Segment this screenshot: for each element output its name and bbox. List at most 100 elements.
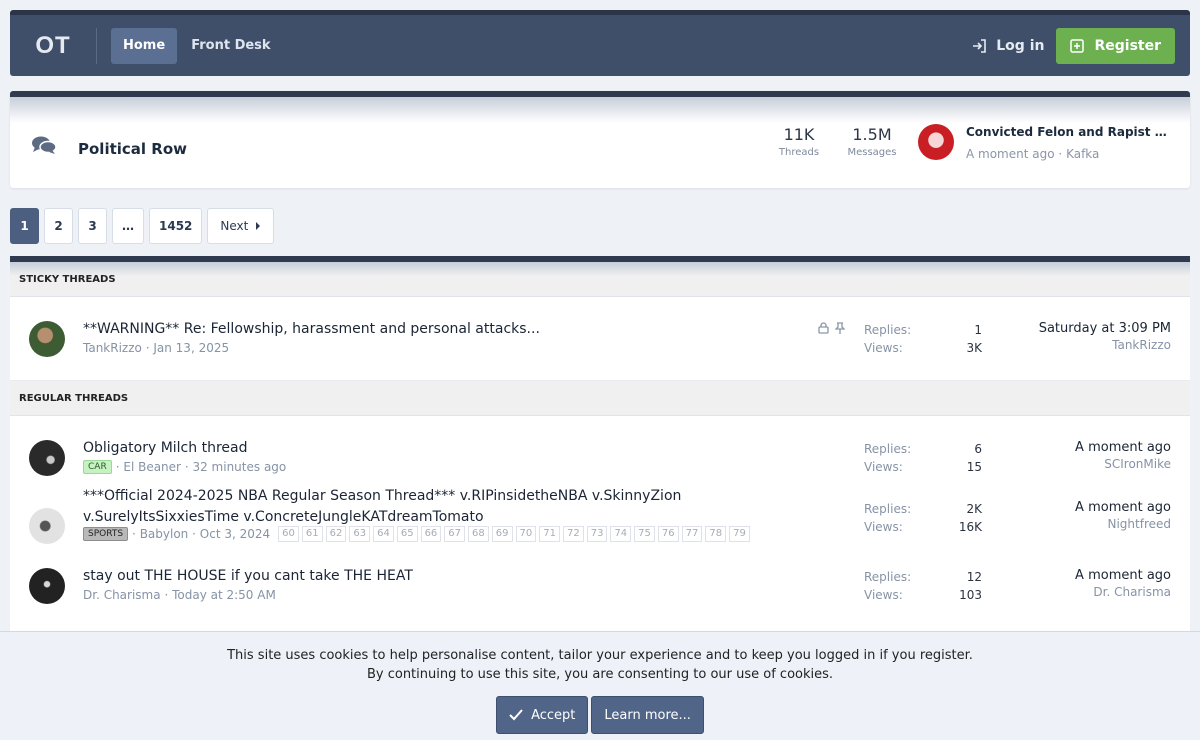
thread-page-link[interactable]: 64 — [373, 526, 394, 542]
thread-page-link[interactable]: 60 — [278, 526, 299, 542]
forum-title: Political Row — [78, 140, 187, 158]
views-label: Views: — [864, 460, 903, 474]
page-jump-button[interactable]: … — [112, 208, 144, 244]
latest-post-user[interactable]: Kafka — [1066, 147, 1099, 161]
thread-date[interactable]: Jan 13, 2025 — [153, 341, 229, 355]
last-post-time[interactable]: Saturday at 3:09 PM — [1039, 321, 1171, 336]
cookie-actions: Accept Learn more... — [0, 696, 1200, 734]
last-post-user[interactable]: TankRizzo — [1039, 338, 1171, 352]
thumbtack-icon — [835, 322, 845, 334]
thread-author[interactable]: TankRizzo — [83, 341, 142, 355]
thread-title[interactable]: Obligatory Milch thread — [83, 438, 803, 459]
pagination: 1 2 3 … 1452 Next — [10, 208, 279, 244]
thread-page-link[interactable]: 72 — [562, 526, 584, 542]
register-label: Register — [1094, 37, 1161, 54]
thread-page-link[interactable]: 68 — [468, 526, 489, 542]
sticky-threads-header: STICKY THREADS — [10, 262, 1190, 297]
latest-post-time[interactable]: A moment ago — [966, 147, 1055, 161]
cookie-notice: This site uses cookies to help personali… — [0, 631, 1200, 740]
avatar[interactable] — [29, 568, 65, 604]
thread-page-link[interactable]: 61 — [301, 526, 323, 542]
avatar[interactable] — [29, 440, 65, 476]
thread-row[interactable]: ***Official 2024-2025 NBA Regular Season… — [10, 486, 1190, 560]
page-2-button[interactable]: 2 — [44, 208, 73, 244]
avatar[interactable] — [29, 321, 65, 357]
thread-author[interactable]: El Beaner — [123, 460, 181, 474]
next-page-button[interactable]: Next — [207, 208, 275, 244]
thread-row[interactable]: Obligatory Milch thread CAR · El Beaner … — [10, 416, 1190, 486]
thread-page-link[interactable]: 79 — [729, 526, 750, 542]
last-post: A moment ago Nightfreed — [1075, 500, 1171, 531]
thread-page-link[interactable]: 71 — [539, 526, 560, 542]
thread-author[interactable]: Dr. Charisma — [83, 588, 161, 602]
accept-cookies-button[interactable]: Accept — [496, 696, 589, 734]
last-post-time[interactable]: A moment ago — [1075, 500, 1171, 515]
thread-page-link[interactable]: 63 — [349, 526, 371, 542]
thread-title[interactable]: ***Official 2024-2025 NBA Regular Season… — [83, 486, 803, 528]
last-post: A moment ago SCIronMike — [1075, 440, 1171, 471]
register-button[interactable]: Register — [1056, 27, 1175, 64]
thread-author[interactable]: Babylon — [140, 527, 189, 541]
thread-page-link[interactable]: 66 — [420, 526, 442, 542]
thread-row[interactable]: stay out THE HOUSE if you cant take THE … — [10, 560, 1190, 620]
thread-title[interactable]: **WARNING** Re: Fellowship, harassment a… — [83, 319, 803, 340]
login-link[interactable]: Log in — [972, 38, 1044, 54]
thread-date[interactable]: Oct 3, 2024 — [200, 527, 270, 541]
last-post-time[interactable]: A moment ago — [1075, 440, 1171, 455]
last-post-time[interactable]: A moment ago — [1075, 568, 1171, 583]
thread-page-link[interactable]: 77 — [681, 526, 703, 542]
thread-meta: Dr. Charisma · Today at 2:50 AM — [83, 588, 276, 602]
thread-date[interactable]: Today at 2:50 AM — [172, 588, 276, 602]
forum-header: Political Row 11K Threads 1.5M Messages … — [10, 91, 1190, 188]
thread-page-link[interactable]: 76 — [657, 526, 679, 542]
check-icon — [509, 709, 523, 721]
thread-page-link[interactable]: 73 — [586, 526, 608, 542]
thread-page-link[interactable]: 74 — [610, 526, 632, 542]
separator: · — [132, 527, 136, 541]
thread-meta: SPORTS · Babylon · Oct 3, 2024 60 61 62 … — [83, 526, 753, 542]
thread-page-jumps: 60 61 62 63 64 65 66 67 68 69 70 71 72 7… — [278, 526, 753, 542]
next-label: Next — [220, 219, 249, 233]
latest-post-avatar[interactable] — [918, 124, 954, 160]
thread-page-link[interactable]: 75 — [634, 526, 655, 542]
caret-right-icon — [256, 222, 261, 230]
last-post: A moment ago Dr. Charisma — [1075, 568, 1171, 599]
last-post-user[interactable]: SCIronMike — [1075, 457, 1171, 471]
plus-square-icon — [1070, 38, 1085, 53]
thread-page-link[interactable]: 65 — [396, 526, 418, 542]
page-1-button[interactable]: 1 — [10, 208, 39, 244]
separator: · — [192, 527, 196, 541]
site-logo[interactable]: OT — [10, 32, 96, 60]
messages-count: 1.5M — [852, 125, 892, 144]
nav-divider — [96, 27, 97, 64]
thread-page-link[interactable]: 69 — [491, 526, 513, 542]
thread-prefix-tag[interactable]: CAR — [83, 460, 112, 474]
last-post-user[interactable]: Dr. Charisma — [1075, 585, 1171, 599]
tab-front-desk[interactable]: Front Desk — [179, 28, 282, 64]
last-post-user[interactable]: Nightfreed — [1075, 517, 1171, 531]
page-last-button[interactable]: 1452 — [149, 208, 203, 244]
replies-label: Replies: — [864, 442, 912, 456]
thread-page-link[interactable]: 67 — [444, 526, 466, 542]
tab-home[interactable]: Home — [111, 27, 178, 64]
replies-count: 12 — [966, 570, 982, 584]
comments-icon — [32, 136, 57, 154]
login-icon — [973, 38, 987, 53]
avatar[interactable] — [29, 508, 65, 544]
views-count: 15 — [966, 460, 982, 474]
latest-post-title[interactable]: Convicted Felon and Rapist Donald Trump — [966, 125, 1174, 139]
replies-count: 6 — [974, 442, 982, 456]
replies-label: Replies: — [864, 502, 912, 516]
learn-more-button[interactable]: Learn more... — [591, 696, 704, 734]
thread-page-link[interactable]: 78 — [705, 526, 727, 542]
thread-date[interactable]: 32 minutes ago — [192, 460, 286, 474]
lock-icon — [818, 322, 829, 334]
thread-page-link[interactable]: 62 — [325, 526, 347, 542]
thread-prefix-tag[interactable]: SPORTS — [83, 527, 129, 541]
thread-stats: Replies: 2K Views: 16K — [864, 500, 982, 536]
thread-page-link[interactable]: 70 — [515, 526, 537, 542]
thread-list: STICKY THREADS **WARNING** Re: Fellowshi… — [10, 256, 1190, 656]
thread-row[interactable]: **WARNING** Re: Fellowship, harassment a… — [10, 297, 1190, 381]
thread-title[interactable]: stay out THE HOUSE if you cant take THE … — [83, 566, 803, 587]
page-3-button[interactable]: 3 — [78, 208, 107, 244]
